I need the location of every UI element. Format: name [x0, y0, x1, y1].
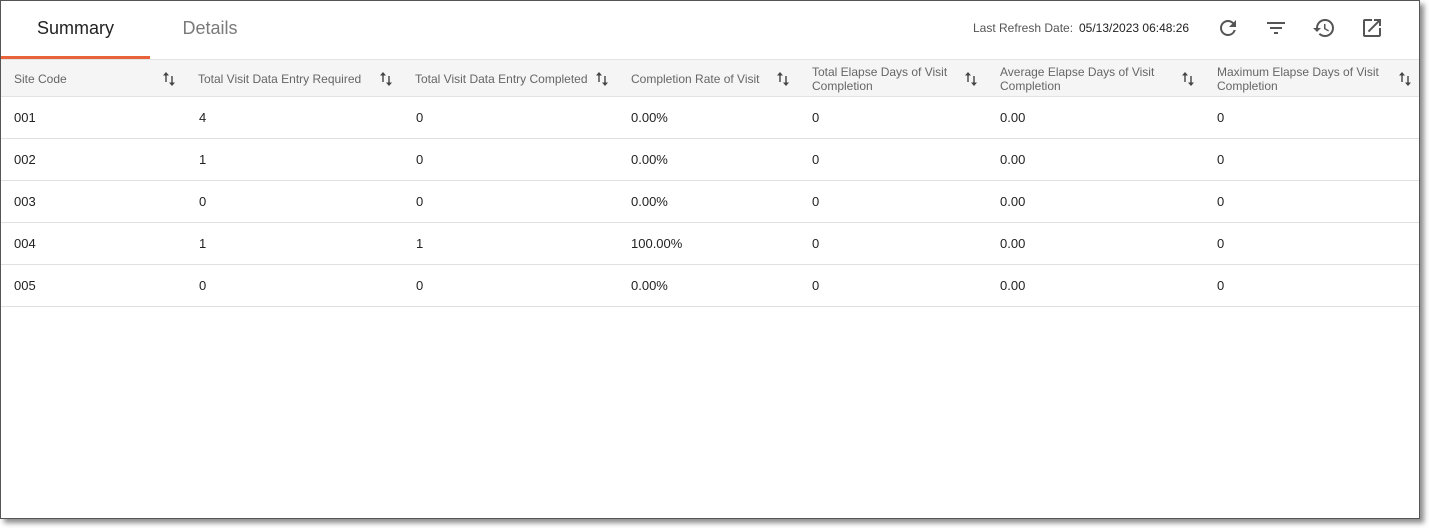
- cell-site-code: 002: [14, 152, 36, 167]
- cell-maximum-elapse-days: 0: [1217, 110, 1225, 125]
- cell-entry-required: 1: [199, 236, 207, 251]
- column-header-label: Total Elapse Days of Visit Completion: [812, 65, 948, 93]
- cell-total-elapse-days: 0: [812, 194, 820, 209]
- sort-icon[interactable]: [379, 71, 393, 87]
- column-header-label: Total Visit Data Entry Required: [198, 72, 362, 86]
- sort-icon[interactable]: [1398, 71, 1412, 87]
- cell-site-code: 001: [14, 110, 36, 125]
- cell-entry-required: 4: [199, 110, 207, 125]
- column-header-label: Site Code: [14, 72, 67, 86]
- top-bar: Summary Details Last Refresh Date: 05/13…: [1, 1, 1419, 59]
- tab-summary-label: Summary: [36, 18, 114, 38]
- cell-total-elapse-days: 0: [812, 278, 820, 293]
- table-header: Site Code Total Visit Data Entry Require…: [1, 59, 1419, 97]
- cell-average-elapse-days: 0.00: [1000, 278, 1026, 293]
- cell-entry-completed: 0: [416, 152, 424, 167]
- column-header-label: Total Visit Data Entry Completed: [415, 72, 588, 86]
- table-row: 003 0 0 0.00% 0 0.00 0: [1, 181, 1419, 223]
- cell-completion-rate: 0.00%: [631, 152, 668, 167]
- cell-completion-rate: 0.00%: [631, 194, 668, 209]
- cell-site-code: 004: [14, 236, 36, 251]
- column-header-completion-rate: Completion Rate of Visit: [631, 60, 771, 98]
- column-header-label: Average Elapse Days of Visit Completion: [1000, 65, 1155, 93]
- cell-entry-completed: 0: [416, 194, 424, 209]
- last-refresh-value: 05/13/2023 06:48:26: [1079, 21, 1190, 35]
- cell-entry-completed: 1: [416, 236, 424, 251]
- table-row: 005 0 0 0.00% 0 0.00 0: [1, 265, 1419, 307]
- report-panel: Summary Details Last Refresh Date: 05/13…: [0, 0, 1420, 519]
- cell-maximum-elapse-days: 0: [1217, 194, 1225, 209]
- open-external-icon[interactable]: [1360, 16, 1384, 40]
- column-header-label: Completion Rate of Visit: [631, 72, 760, 86]
- cell-average-elapse-days: 0.00: [1000, 236, 1026, 251]
- column-header-total-elapse-days: Total Elapse Days of Visit Completion: [812, 60, 960, 98]
- cell-total-elapse-days: 0: [812, 236, 820, 251]
- cell-average-elapse-days: 0.00: [1000, 194, 1026, 209]
- cell-completion-rate: 0.00%: [631, 110, 668, 125]
- cell-site-code: 005: [14, 278, 36, 293]
- column-header-average-elapse-days: Average Elapse Days of Visit Completion: [1000, 60, 1172, 98]
- last-refresh-label: Last Refresh Date:: [973, 21, 1074, 35]
- cell-entry-required: 1: [199, 152, 207, 167]
- filter-icon[interactable]: [1264, 16, 1288, 40]
- cell-total-elapse-days: 0: [812, 152, 820, 167]
- tab-details-label: Details: [182, 18, 238, 38]
- sort-icon[interactable]: [162, 71, 176, 87]
- table-row: 002 1 0 0.00% 0 0.00 0: [1, 139, 1419, 181]
- sort-icon[interactable]: [776, 71, 790, 87]
- cell-entry-completed: 0: [416, 278, 424, 293]
- refresh-icon[interactable]: [1216, 16, 1240, 40]
- column-header-visit-entry-completed: Total Visit Data Entry Completed: [415, 60, 591, 98]
- column-header-visit-entry-required: Total Visit Data Entry Required: [198, 60, 373, 98]
- table-row: 004 1 1 100.00% 0 0.00 0: [1, 223, 1419, 265]
- cell-completion-rate: 0.00%: [631, 278, 668, 293]
- cell-maximum-elapse-days: 0: [1217, 152, 1225, 167]
- cell-entry-required: 0: [199, 194, 207, 209]
- sort-icon[interactable]: [595, 71, 609, 87]
- cell-entry-completed: 0: [416, 110, 424, 125]
- column-header-site-code: Site Code: [14, 60, 154, 98]
- cell-maximum-elapse-days: 0: [1217, 278, 1225, 293]
- cell-maximum-elapse-days: 0: [1217, 236, 1225, 251]
- cell-entry-required: 0: [199, 278, 207, 293]
- tab-details[interactable]: Details: [151, 1, 269, 59]
- table-row: 001 4 0 0.00% 0 0.00 0: [1, 97, 1419, 139]
- sort-icon[interactable]: [964, 71, 978, 87]
- cell-site-code: 003: [14, 194, 36, 209]
- column-header-maximum-elapse-days: Maximum Elapse Days of Visit Completion: [1217, 60, 1389, 98]
- cell-average-elapse-days: 0.00: [1000, 152, 1026, 167]
- sort-icon[interactable]: [1181, 71, 1195, 87]
- history-icon[interactable]: [1312, 16, 1336, 40]
- tab-summary[interactable]: Summary: [1, 1, 150, 59]
- cell-total-elapse-days: 0: [812, 110, 820, 125]
- cell-completion-rate: 100.00%: [631, 236, 683, 251]
- column-header-label: Maximum Elapse Days of Visit Completion: [1217, 65, 1379, 93]
- cell-average-elapse-days: 0.00: [1000, 110, 1026, 125]
